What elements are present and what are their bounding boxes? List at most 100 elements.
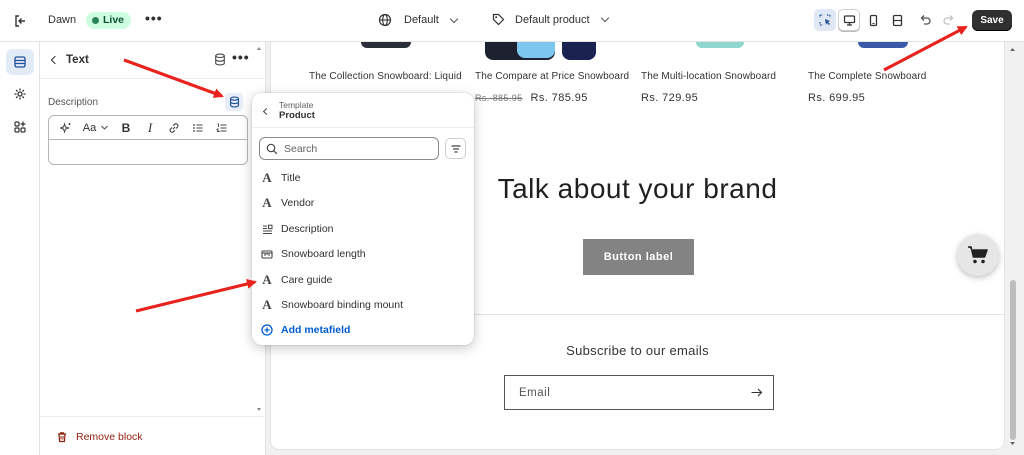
chevron-down-icon [600, 13, 609, 23]
description-label: Description [48, 97, 99, 108]
remove-block-button[interactable]: Remove block [56, 431, 143, 443]
undo-icon[interactable] [918, 13, 932, 32]
source-item-vendor[interactable]: A Vendor [260, 192, 466, 214]
inspector-toggle[interactable] [814, 9, 836, 31]
ai-sparkle-button[interactable] [55, 118, 77, 138]
add-metafield-label: Add metafield [281, 324, 351, 336]
sections-icon [14, 56, 26, 68]
brand-button[interactable]: Button label [583, 239, 694, 275]
italic-button[interactable]: I [139, 118, 161, 138]
preview-scroll-thumb[interactable] [1010, 280, 1016, 440]
exit-icon[interactable] [12, 12, 30, 30]
product-image [361, 42, 411, 48]
insert-dynamic-source-button[interactable] [225, 93, 243, 111]
arrow-right-icon[interactable] [750, 386, 763, 404]
theme-more-button[interactable]: ••• [145, 10, 163, 26]
text-icon: A [262, 297, 272, 312]
mobile-view-button[interactable] [862, 9, 884, 31]
popover-eyebrow: Template [279, 100, 314, 110]
live-dot-icon [92, 16, 99, 24]
source-item-description[interactable]: Description [260, 218, 466, 240]
preview-scrollbar[interactable] [1008, 44, 1017, 449]
product-image [517, 42, 555, 58]
source-item-care-guide[interactable]: A Care guide [260, 269, 466, 291]
block-settings-panel: Text ••• Description Aa B I Remove block [40, 42, 266, 455]
sections-nav-button[interactable] [6, 49, 34, 75]
text-style-dropdown[interactable]: Aa [79, 118, 113, 138]
live-badge-label: Live [103, 14, 125, 26]
desktop-icon [843, 14, 855, 26]
cart-icon [968, 246, 988, 264]
source-item-label: Snowboard binding mount [281, 299, 404, 311]
view-toolbar [814, 9, 908, 31]
product-name: The Multi-location Snowboard [641, 71, 777, 82]
link-button[interactable] [163, 118, 185, 138]
language-label: Default [404, 14, 439, 26]
theme-name: Dawn [48, 14, 77, 26]
cursor-select-icon [819, 14, 831, 26]
product-compare-price: Rs. 885.95 [475, 93, 523, 103]
save-button[interactable]: Save [972, 10, 1012, 31]
language-selector[interactable]: Default [378, 13, 459, 27]
chevron-down-icon [449, 14, 459, 23]
bold-icon: B [121, 120, 131, 135]
numbered-list-button[interactable] [211, 118, 233, 138]
redo-icon[interactable] [942, 13, 956, 32]
panel-footer-divider [40, 416, 266, 417]
source-item-snowboard-length[interactable]: Snowboard length [260, 243, 466, 265]
sparkle-icon [60, 121, 71, 134]
add-metafield-button[interactable]: Add metafield [260, 319, 466, 341]
bold-button[interactable]: B [115, 118, 137, 138]
globe-icon [378, 13, 392, 27]
filter-icon [451, 144, 460, 153]
trash-icon [58, 432, 66, 443]
newsletter-form [504, 375, 774, 410]
rich-text-editor: Aa B I [48, 115, 248, 165]
floating-cart-button[interactable] [957, 234, 999, 276]
source-item-snowboard-binding-mount[interactable]: A Snowboard binding mount [260, 294, 466, 316]
product-image [858, 42, 908, 48]
desktop-view-button[interactable] [838, 9, 860, 31]
panel-header: Text ••• [40, 42, 266, 79]
source-item-title[interactable]: A Title [260, 167, 466, 189]
measurement-icon [260, 249, 274, 260]
template-selector[interactable]: Default product [492, 13, 609, 26]
source-item-label: Snowboard length [281, 248, 366, 260]
numbered-list-icon [216, 123, 227, 132]
bullet-list-button[interactable] [187, 118, 209, 138]
font-size-icon: Aa [82, 121, 97, 134]
product-sale-price: Rs. 785.95 [530, 92, 588, 104]
product-image [562, 42, 596, 60]
apps-icon [14, 121, 26, 133]
editor-topbar: Dawn Live ••• Default Default product Sa… [0, 0, 1024, 42]
fullscreen-view-button[interactable] [886, 9, 908, 31]
template-label: Default product [515, 13, 590, 26]
email-field[interactable] [519, 386, 739, 399]
search-input[interactable] [284, 142, 424, 155]
panel-more-button[interactable]: ••• [232, 49, 250, 65]
theme-settings-nav-button[interactable] [6, 81, 34, 107]
source-item-label: Description [281, 223, 334, 235]
italic-icon: I [147, 119, 153, 135]
mobile-icon [869, 14, 877, 26]
product-name: The Compare at Price Snowboard [475, 71, 630, 82]
back-chevron-icon[interactable] [262, 107, 271, 116]
source-item-label: Care guide [281, 274, 333, 286]
expand-icon [892, 14, 902, 26]
search-icon [266, 143, 278, 154]
filter-button[interactable] [445, 138, 466, 159]
back-chevron-icon[interactable] [50, 55, 60, 65]
live-badge: Live [86, 12, 132, 29]
product-price: Rs. 699.95 [808, 92, 866, 104]
text-icon: A [262, 272, 272, 287]
newsletter-heading: Subscribe to our emails [566, 343, 709, 358]
editor-nav-rail [0, 42, 40, 455]
apps-nav-button[interactable] [6, 114, 34, 140]
database-icon[interactable] [214, 53, 226, 71]
popover-title: Product [279, 110, 315, 121]
link-icon [169, 122, 179, 133]
product-name: The Collection Snowboard: Liquid [309, 71, 462, 82]
gear-icon [14, 88, 26, 100]
source-item-label: Vendor [281, 197, 315, 209]
product-price: Rs. 885.95 Rs. 785.95 [475, 92, 588, 104]
